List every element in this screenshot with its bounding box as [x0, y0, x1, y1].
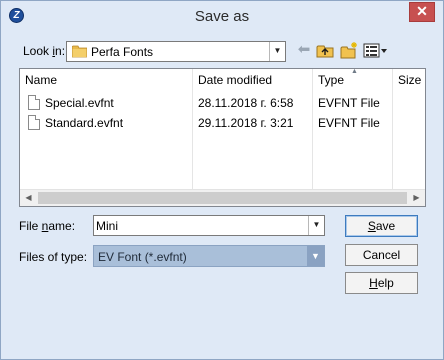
help-label-mnemonic: H — [369, 276, 378, 290]
look-in-label-prefix: Look — [23, 44, 53, 58]
file-name: Standard.evfnt — [45, 116, 124, 130]
title-bar[interactable]: Z Save as ✕ — [1, 1, 443, 31]
view-menu-icon[interactable] — [363, 41, 389, 61]
scrollbar-thumb[interactable] — [38, 192, 407, 204]
file-type-select[interactable]: EV Font (*.evfnt) ▼ — [93, 245, 325, 267]
file-name-input[interactable] — [94, 216, 308, 235]
column-header-date[interactable]: Date modified — [193, 69, 312, 91]
sort-ascending-icon: ▲ — [351, 68, 358, 75]
close-button[interactable]: ✕ — [409, 2, 435, 22]
up-folder-icon[interactable] — [315, 41, 335, 61]
look-in-value: Perfa Fonts — [91, 45, 154, 59]
file-icon — [28, 115, 40, 130]
save-button[interactable]: Save — [345, 215, 418, 237]
chevron-down-icon[interactable]: ▼ — [307, 246, 324, 266]
file-row[interactable]: Special.evfnt 28.11.2018 г. 6:58 EVFNT F… — [20, 93, 420, 113]
chevron-down-icon[interactable]: ▼ — [308, 216, 324, 235]
file-type: EVFNT File — [318, 116, 380, 130]
file-name: Special.evfnt — [45, 96, 114, 110]
look-in-combo[interactable]: Perfa Fonts ▼ — [66, 41, 286, 62]
folder-icon — [72, 45, 87, 58]
look-in-label-suffix: n: — [55, 44, 66, 58]
file-type-value: EV Font (*.evfnt) — [98, 250, 187, 264]
help-label-rest: elp — [377, 276, 394, 290]
save-label-rest: ave — [375, 219, 396, 233]
help-button[interactable]: Help — [345, 272, 418, 294]
column-header-name[interactable]: Name — [20, 69, 192, 91]
file-row[interactable]: Standard.evfnt 29.11.2018 г. 3:21 EVFNT … — [20, 113, 420, 133]
horizontal-scrollbar[interactable]: ◀ ▶ — [20, 189, 425, 206]
back-arrow-icon[interactable]: ⬅ — [294, 41, 314, 61]
scroll-right-icon[interactable]: ▶ — [408, 190, 425, 206]
file-date: 28.11.2018 г. 6:58 — [198, 96, 294, 110]
scroll-left-icon[interactable]: ◀ — [20, 190, 37, 206]
new-folder-icon[interactable] — [339, 41, 359, 61]
column-header-size[interactable]: Size — [393, 69, 425, 91]
look-in-label: Look in: — [23, 44, 65, 58]
file-list[interactable]: Name Date modified Type Size ▲ Special.e… — [19, 68, 426, 207]
cancel-button[interactable]: Cancel — [345, 244, 418, 266]
file-date: 29.11.2018 г. 3:21 — [198, 116, 294, 130]
close-icon: ✕ — [416, 3, 428, 19]
file-type: EVFNT File — [318, 96, 380, 110]
file-name-label: File name: — [19, 219, 75, 233]
save-label-mnemonic: S — [367, 219, 376, 233]
file-name-label-suffix: ame: — [48, 219, 76, 233]
chevron-down-icon[interactable]: ▼ — [269, 42, 285, 61]
file-type-label: Files of type: — [19, 250, 88, 264]
file-icon — [28, 95, 40, 110]
file-name-label-prefix: File — [19, 219, 42, 233]
dialog-title: Save as — [194, 8, 250, 25]
file-name-combo[interactable]: ▼ — [93, 215, 325, 236]
save-as-dialog: Z Save as ✕ Look in: Perfa Fonts ▼ ⬅ Nam… — [0, 0, 444, 360]
